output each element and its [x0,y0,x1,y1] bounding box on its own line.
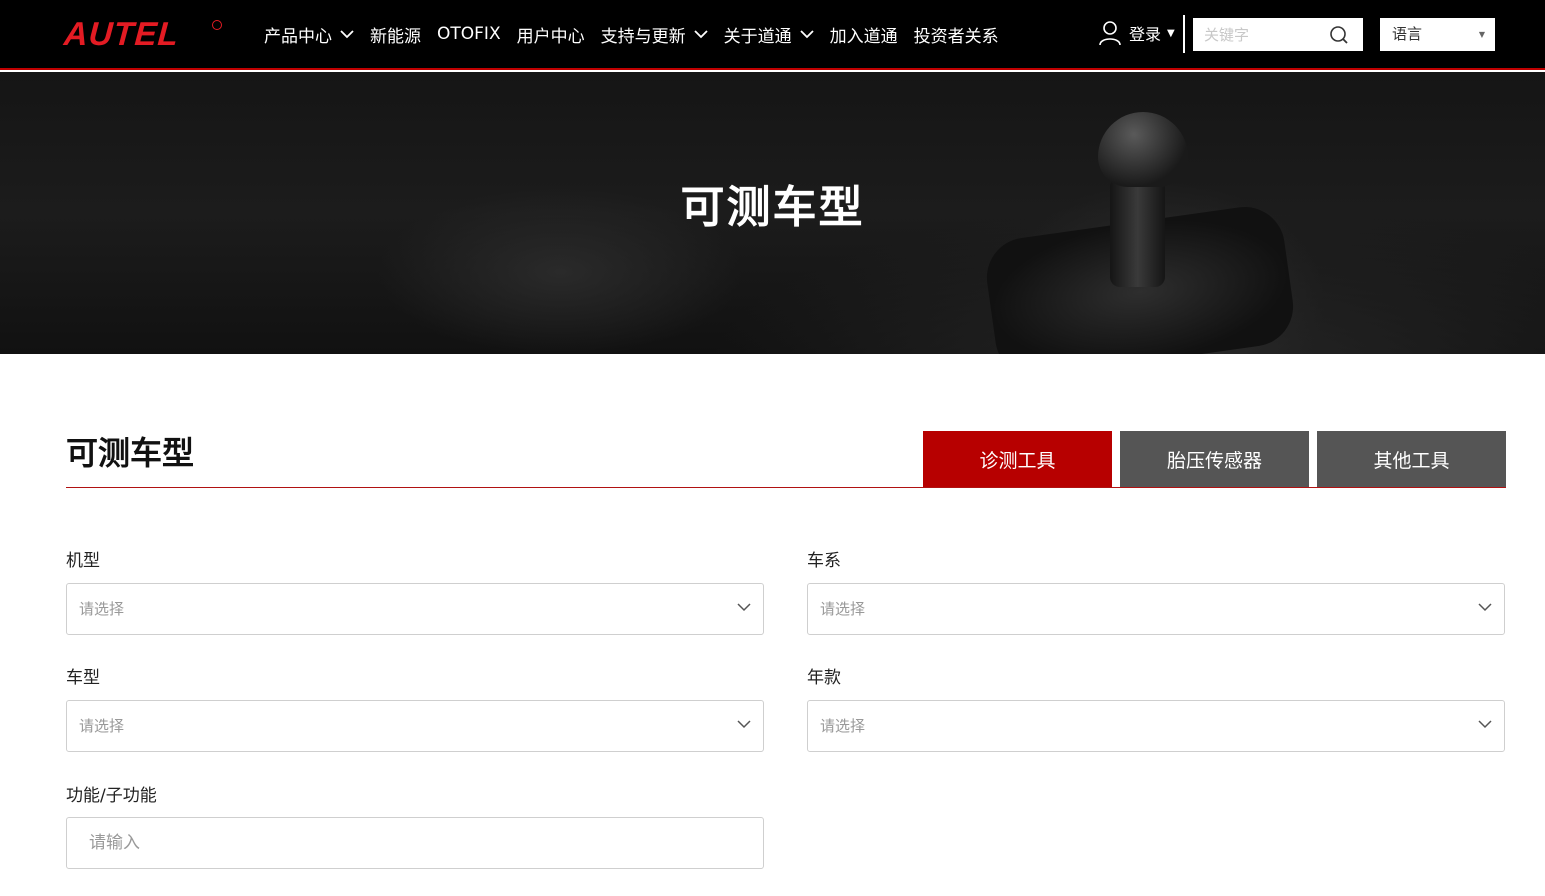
nav-item-products[interactable]: 产品中心 [264,22,354,47]
search-icon[interactable] [1329,25,1349,45]
nav-item-label: 新能源 [370,26,421,47]
nav-item-join[interactable]: 加入道通 [830,22,898,47]
nav-item-label: 用户中心 [516,26,585,47]
chevron-down-icon [340,29,354,38]
select-placeholder: 请选择 [79,600,125,618]
model-label: 机型 [66,551,100,571]
make-label: 车系 [807,551,841,571]
chevron-down-icon [737,603,751,612]
select-placeholder: 请选择 [79,717,125,735]
caret-down-icon: ▼ [1478,30,1485,39]
chevron-down-icon [799,29,814,38]
tab-diagnostic-tools[interactable]: 诊测工具 [923,431,1112,488]
registered-mark-icon [212,20,222,30]
banner-title: 可测车型 [680,182,865,233]
main-nav: 产品中心 新能源 OTOFIX 用户中心 支持与更新 关于道通 加入道通 投资者… [264,0,1015,68]
section-divider [66,487,1506,488]
function-field [66,817,764,869]
select-placeholder: 请选择 [820,600,866,618]
user-icon [1099,21,1121,46]
chevron-down-icon [1478,603,1492,612]
nav-item-label: 加入道通 [829,26,898,47]
nav-item-support[interactable]: 支持与更新 [601,22,708,47]
nav-item-label: OTOFIX [437,24,501,44]
vehicle-model-select[interactable]: 请选择 [66,700,764,752]
section-title: 可测车型 [66,434,195,472]
function-label: 功能/子功能 [66,786,157,806]
nav-item-label: 关于道通 [723,26,792,47]
autel-logo[interactable]: AUTEL [62,15,224,52]
nav-item-about[interactable]: 关于道通 [724,22,814,47]
login-button[interactable]: 登录 ▼ [1098,20,1175,46]
language-label: 语言 [1392,25,1423,43]
nav-item-label: 支持与更新 [600,26,686,47]
banner-image-shape [1098,112,1188,187]
tab-other-tools[interactable]: 其他工具 [1317,431,1506,488]
caret-down-icon: ▼ [1167,27,1175,39]
chevron-down-icon [693,29,708,38]
vehicle-model-label: 车型 [66,668,100,688]
make-select[interactable]: 请选择 [807,583,1505,635]
search-input[interactable] [1193,18,1323,51]
site-header: AUTEL 产品中心 新能源 OTOFIX 用户中心 支持与更新 关于道通 加入… [0,0,1545,70]
model-select[interactable]: 请选择 [66,583,764,635]
nav-item-new-energy[interactable]: 新能源 [370,22,421,47]
nav-item-label: 产品中心 [264,26,332,47]
chevron-down-icon [1478,720,1492,729]
logo-text: AUTEL [62,15,181,52]
year-select[interactable]: 请选择 [807,700,1505,752]
header-divider [1183,15,1185,53]
nav-item-investors[interactable]: 投资者关系 [914,22,999,47]
tab-tpms-sensors[interactable]: 胎压传感器 [1120,431,1309,488]
search-box [1193,18,1363,51]
year-label: 年款 [807,668,841,688]
select-placeholder: 请选择 [820,717,866,735]
nav-item-label: 投资者关系 [913,26,999,47]
nav-item-otofix[interactable]: OTOFIX [437,24,501,44]
hero-banner: 可测车型 [0,72,1545,354]
login-label: 登录 [1129,25,1162,44]
chevron-down-icon [737,720,751,729]
language-select[interactable]: 语言 ▼ [1380,18,1495,51]
function-input[interactable] [67,818,763,868]
nav-item-user-center[interactable]: 用户中心 [517,22,585,47]
